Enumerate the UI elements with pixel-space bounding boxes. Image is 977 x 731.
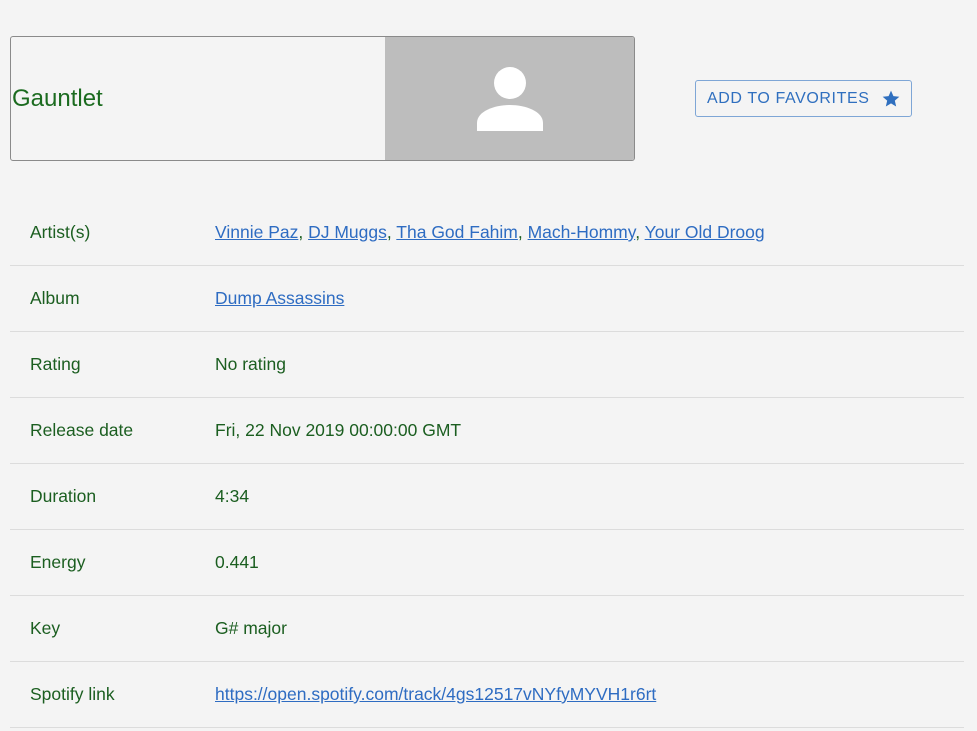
album-label: Album: [30, 288, 80, 308]
release-date-value: Fri, 22 Nov 2019 00:00:00 GMT: [215, 420, 462, 440]
person-icon: [477, 66, 543, 131]
artist-link[interactable]: Vinnie Paz: [215, 222, 298, 242]
add-to-favorites-button[interactable]: ADD TO FAVORITES: [695, 80, 912, 117]
artists-value: Vinnie Paz, DJ Muggs, Tha God Fahim, Mac…: [215, 222, 765, 242]
album-row: Album Dump Assassins: [10, 266, 964, 332]
artist-link[interactable]: DJ Muggs: [308, 222, 387, 242]
star-icon: [882, 90, 900, 107]
key-row: Key G# major: [10, 596, 964, 662]
artists-row: Artist(s) Vinnie Paz, DJ Muggs, Tha God …: [10, 200, 964, 266]
track-title: Gauntlet: [12, 84, 103, 112]
album-link[interactable]: Dump Assassins: [215, 288, 344, 308]
key-label: Key: [30, 618, 61, 638]
artist-link[interactable]: Your Old Droog: [645, 222, 765, 242]
add-to-favorites-label: ADD TO FAVORITES: [707, 89, 870, 107]
duration-label: Duration: [30, 486, 97, 506]
spotify-link-row: Spotify link https://open.spotify.com/tr…: [10, 662, 964, 728]
release-date-label: Release date: [30, 420, 134, 440]
track-details-table: Artist(s) Vinnie Paz, DJ Muggs, Tha God …: [10, 200, 964, 728]
duration-row: Duration 4:34: [10, 464, 964, 530]
spotify-link-label: Spotify link: [30, 684, 115, 704]
energy-value: 0.441: [215, 552, 259, 572]
duration-value: 4:34: [215, 486, 250, 506]
artists-label: Artist(s): [30, 222, 91, 242]
energy-row: Energy 0.441: [10, 530, 964, 596]
rating-row: Rating No rating: [10, 332, 964, 398]
artist-link[interactable]: Mach-Hommy: [528, 222, 636, 242]
energy-label: Energy: [30, 552, 86, 572]
track-header: Gauntlet: [10, 36, 635, 161]
rating-label: Rating: [30, 354, 81, 374]
rating-value: No rating: [215, 354, 287, 374]
key-value: G# major: [215, 618, 287, 638]
release-date-row: Release date Fri, 22 Nov 2019 00:00:00 G…: [10, 398, 964, 464]
artist-link[interactable]: Tha God Fahim: [396, 222, 518, 242]
artist-image-placeholder: [385, 37, 634, 160]
spotify-link[interactable]: https://open.spotify.com/track/4gs12517v…: [215, 684, 656, 704]
